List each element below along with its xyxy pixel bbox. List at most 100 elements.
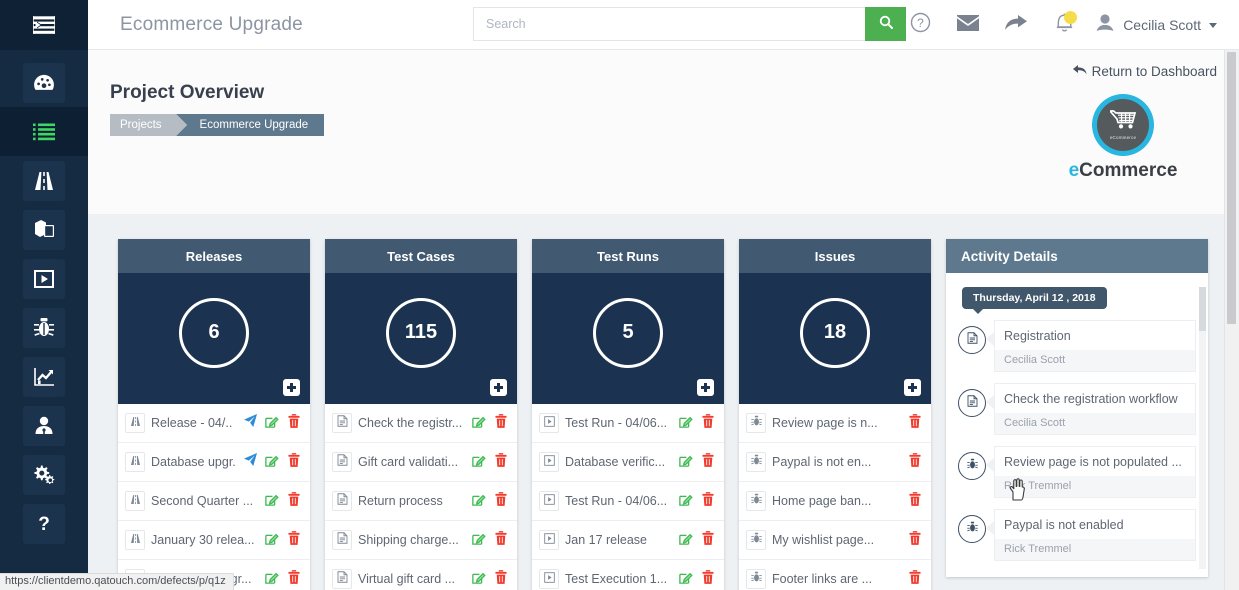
sidebar-item-releases[interactable] xyxy=(0,156,88,205)
edit-button[interactable] xyxy=(678,570,694,589)
sidebar-item-help[interactable]: ? xyxy=(0,499,88,548)
delete-button[interactable] xyxy=(493,569,509,589)
list-item-label[interactable]: Review page is n... xyxy=(772,416,901,430)
edit-button[interactable] xyxy=(264,492,280,511)
plus-icon[interactable] xyxy=(697,379,714,396)
activity-item[interactable]: Check the registration workflow Cecilia S… xyxy=(958,383,1196,435)
list-item[interactable]: Release - 04/.. xyxy=(118,404,310,443)
list-item-label[interactable]: Virtual gift card ... xyxy=(358,572,465,586)
list-item[interactable]: Database verific... xyxy=(532,443,724,482)
edit-button[interactable] xyxy=(471,492,487,511)
page-scrollbar-thumb[interactable] xyxy=(1227,52,1236,324)
sidebar-item-projects[interactable] xyxy=(0,107,88,156)
delete-button[interactable] xyxy=(286,569,302,589)
edit-button[interactable] xyxy=(471,414,487,433)
sidebar-toggle[interactable] xyxy=(0,0,88,50)
list-item[interactable]: Virtual gift card ... xyxy=(325,560,517,590)
list-item[interactable]: Footer links are ... xyxy=(739,560,931,590)
plus-icon[interactable] xyxy=(283,379,300,396)
delete-button[interactable] xyxy=(493,491,509,511)
list-item-label[interactable]: Release - 04/.. xyxy=(151,416,236,430)
delete-button[interactable] xyxy=(286,530,302,550)
edit-button[interactable] xyxy=(264,531,280,550)
activity-scrollbar-thumb[interactable] xyxy=(1199,287,1206,331)
list-item-label[interactable]: Second Quarter ... xyxy=(151,494,258,508)
sidebar-item-settings[interactable] xyxy=(0,450,88,499)
activity-item[interactable]: Paypal is not enabled Rick Tremmel xyxy=(958,509,1196,561)
delete-button[interactable] xyxy=(286,413,302,433)
activity-item[interactable]: Registration Cecilia Scott xyxy=(958,320,1196,372)
help-circle-icon-button[interactable]: ? xyxy=(896,0,944,50)
breadcrumb-item-projects[interactable]: Projects xyxy=(110,114,187,136)
delete-button[interactable] xyxy=(493,530,509,550)
delete-button[interactable] xyxy=(700,413,716,433)
list-item-label[interactable]: Home page ban... xyxy=(772,494,901,508)
list-item-label[interactable]: Paypal is not en... xyxy=(772,455,901,469)
list-item[interactable]: My wishlist page... xyxy=(739,521,931,560)
sidebar-item-users[interactable] xyxy=(0,401,88,450)
list-item-label[interactable]: Test Execution 1... xyxy=(565,572,672,586)
delete-button[interactable] xyxy=(907,413,923,433)
activity-list[interactable]: Thursday, April 12 , 2018 Registration Ce… xyxy=(946,273,1208,577)
edit-button[interactable] xyxy=(471,570,487,589)
edit-button[interactable] xyxy=(678,531,694,550)
edit-button[interactable] xyxy=(471,453,487,472)
list-item[interactable]: Second Quarter ... xyxy=(118,482,310,521)
list-item-label[interactable]: Check the registr... xyxy=(358,416,465,430)
list-item-label[interactable]: January 30 relea... xyxy=(151,533,258,547)
delete-button[interactable] xyxy=(286,452,302,472)
list-item-label[interactable]: Test Run - 04/06... xyxy=(565,494,672,508)
list-item[interactable]: January 30 relea... xyxy=(118,521,310,560)
delete-button[interactable] xyxy=(907,530,923,550)
page-scrollbar-track[interactable] xyxy=(1224,50,1239,590)
edit-button[interactable] xyxy=(264,453,280,472)
search-input[interactable] xyxy=(473,7,865,41)
list-item[interactable]: Return process xyxy=(325,482,517,521)
list-item[interactable]: Shipping charge... xyxy=(325,521,517,560)
activity-item-title[interactable]: Registration xyxy=(995,321,1195,350)
list-item-label[interactable]: Database upgr.. xyxy=(151,455,236,469)
edit-button[interactable] xyxy=(678,453,694,472)
sidebar-item-dashboard[interactable] xyxy=(0,58,88,107)
list-item-label[interactable]: My wishlist page... xyxy=(772,533,901,547)
delete-button[interactable] xyxy=(907,452,923,472)
delete-button[interactable] xyxy=(907,491,923,511)
list-item[interactable]: Test Run - 04/06... xyxy=(532,404,724,443)
list-item[interactable]: Review page is n... xyxy=(739,404,931,443)
list-item[interactable]: Jan 17 release xyxy=(532,521,724,560)
activity-item-title[interactable]: Paypal is not enabled xyxy=(995,510,1195,539)
sidebar-item-reports[interactable] xyxy=(0,352,88,401)
edit-button[interactable] xyxy=(678,492,694,511)
delete-button[interactable] xyxy=(700,452,716,472)
return-to-dashboard-link[interactable]: Return to Dashboard xyxy=(1072,64,1217,79)
send-button[interactable] xyxy=(242,453,258,471)
delete-button[interactable] xyxy=(700,530,716,550)
breadcrumb-item-current[interactable]: Ecommerce Upgrade xyxy=(175,114,325,136)
user-menu[interactable]: Cecilia Scott xyxy=(1088,0,1225,50)
delete-button[interactable] xyxy=(907,569,923,589)
share-icon-button[interactable] xyxy=(992,0,1040,50)
list-item[interactable]: Test Run - 04/06... xyxy=(532,482,724,521)
edit-button[interactable] xyxy=(264,414,280,433)
send-button[interactable] xyxy=(242,414,258,432)
list-item-label[interactable]: Gift card validati... xyxy=(358,455,465,469)
edit-button[interactable] xyxy=(471,531,487,550)
sidebar-item-issues[interactable] xyxy=(0,303,88,352)
activity-item-title[interactable]: Check the registration workflow xyxy=(995,384,1195,413)
sidebar-item-test-cases[interactable] xyxy=(0,205,88,254)
list-item[interactable]: Check the registr... xyxy=(325,404,517,443)
sidebar-item-test-runs[interactable] xyxy=(0,254,88,303)
list-item[interactable]: Database upgr.. xyxy=(118,443,310,482)
list-item-label[interactable]: Jan 17 release xyxy=(565,533,672,547)
list-item[interactable]: Paypal is not en... xyxy=(739,443,931,482)
plus-icon[interactable] xyxy=(490,379,507,396)
delete-button[interactable] xyxy=(700,491,716,511)
list-item-label[interactable]: Footer links are ... xyxy=(772,572,901,586)
delete-button[interactable] xyxy=(493,452,509,472)
edit-button[interactable] xyxy=(678,414,694,433)
plus-icon[interactable] xyxy=(904,379,921,396)
list-item-label[interactable]: Database verific... xyxy=(565,455,672,469)
list-item[interactable]: Home page ban... xyxy=(739,482,931,521)
activity-item-title[interactable]: Review page is not populated ... xyxy=(995,447,1195,476)
list-item-label[interactable]: Return process xyxy=(358,494,465,508)
